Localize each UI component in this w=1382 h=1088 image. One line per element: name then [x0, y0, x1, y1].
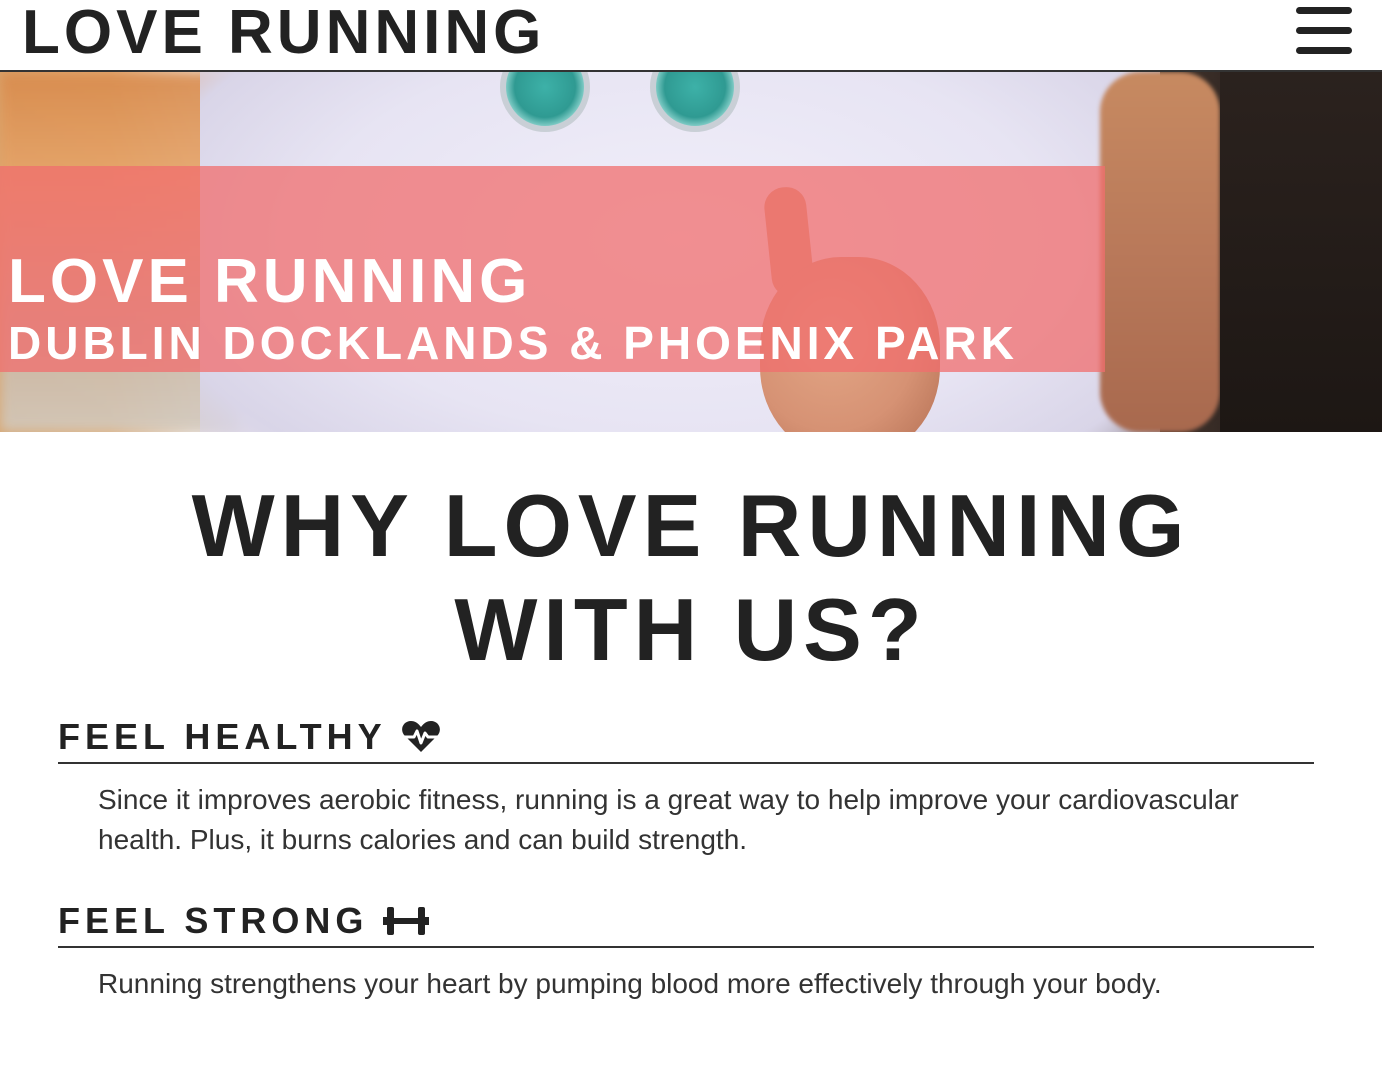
menu-bar — [1296, 27, 1352, 34]
feature-header: FEEL HEALTHY — [58, 712, 1314, 764]
hero-title: LOVE RUNNING — [8, 247, 532, 316]
hero-subtitle: DUBLIN DOCKLANDS & PHOENIX PARK — [8, 317, 1018, 369]
feature-title: FEEL STRONG — [58, 900, 369, 941]
dumbbell-icon — [382, 904, 430, 938]
section-heading-line-2: WITH US? — [454, 580, 928, 679]
feature-healthy: FEEL HEALTHY Since it improves aerobic f… — [58, 712, 1314, 860]
site-header: LOVE RUNNING — [0, 0, 1382, 72]
hamburger-menu-icon[interactable] — [1292, 5, 1356, 59]
menu-bar — [1296, 7, 1352, 14]
feature-strong: FEEL STRONG Running strengthens your hea… — [58, 896, 1314, 1004]
hero-image-shadow — [1220, 72, 1382, 432]
hero-banner: LOVE RUNNING DUBLIN DOCKLANDS & PHOENIX … — [0, 72, 1382, 432]
heartbeat-icon — [401, 720, 441, 754]
section-heading-line-1: WHY LOVE RUNNING — [191, 476, 1191, 575]
feature-description: Since it improves aerobic fitness, runni… — [98, 784, 1239, 855]
feature-description: Running strengthens your heart by pumpin… — [98, 968, 1162, 999]
feature-title: FEEL HEALTHY — [58, 716, 387, 757]
menu-bar — [1296, 47, 1352, 54]
section-heading: WHY LOVE RUNNING WITH US? — [0, 474, 1382, 682]
feature-header: FEEL STRONG — [58, 896, 1314, 948]
site-logo[interactable]: LOVE RUNNING — [22, 0, 545, 68]
hero-image-arm — [1100, 72, 1220, 432]
